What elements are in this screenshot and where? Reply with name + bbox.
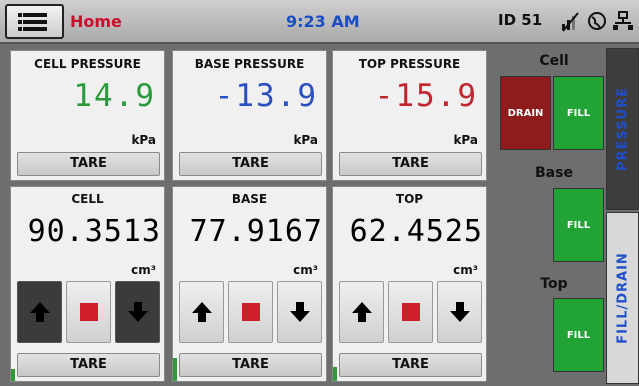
top-volume-panel: TOP 62.4525 cm³ TARE (332, 186, 487, 382)
tab-fill-drain-label: FILL/DRAIN (615, 252, 630, 344)
tare-button[interactable]: TARE (179, 152, 322, 176)
volume-unit: cm³ (293, 263, 318, 277)
down-arrow-icon (290, 302, 310, 322)
tare-button[interactable]: TARE (17, 353, 160, 377)
tare-button[interactable]: TARE (179, 353, 322, 377)
tab-pressure-label: PRESSURE (615, 86, 630, 172)
tare-button[interactable]: TARE (17, 152, 160, 176)
menu-icon-line (23, 13, 47, 17)
stop-icon (402, 303, 420, 321)
top-volume-value: 62.4525 (349, 214, 483, 249)
pressure-unit: kPa (453, 133, 478, 147)
top-bar: Home 9:23 AM ID 51 (0, 0, 639, 44)
base-valve-label: Base (535, 165, 573, 181)
base-pressure-value: -13.9 (214, 78, 318, 114)
lower-button[interactable] (277, 281, 322, 343)
tare-button[interactable]: TARE (339, 353, 482, 377)
stop-icon (80, 303, 98, 321)
cell-volume-panel: CELL 90.3513 cm³ TARE (10, 186, 165, 382)
cell-pressure-value: 14.9 (73, 78, 156, 114)
down-arrow-icon (128, 302, 148, 322)
up-arrow-icon (30, 302, 50, 322)
page-title: Home (70, 12, 122, 31)
network-icon (613, 11, 633, 30)
raise-button[interactable] (17, 281, 62, 343)
panel-title: TOP PRESSURE (358, 57, 461, 71)
menu-icon (18, 13, 22, 17)
volume-unit: cm³ (131, 263, 156, 277)
level-bar (333, 367, 337, 381)
stop-button[interactable] (388, 281, 433, 343)
panel-title: BASE PRESSURE (194, 57, 305, 71)
down-arrow-icon (450, 302, 470, 322)
cell-pressure-panel: CELL PRESSURE 14.9 kPa TARE (10, 50, 165, 181)
base-volume-panel: BASE 77.9167 cm³ TARE (172, 186, 327, 382)
stop-button[interactable] (66, 281, 111, 343)
top-fill-button[interactable]: FILL (553, 298, 604, 372)
up-arrow-icon (352, 302, 372, 322)
level-bar (11, 369, 15, 381)
stop-button[interactable] (228, 281, 273, 343)
cell-drain-button[interactable]: DRAIN (500, 76, 551, 150)
cell-volume-value: 90.3513 (27, 214, 161, 249)
panel-title: CELL (71, 192, 104, 206)
level-bar (173, 357, 177, 381)
tab-fill-drain[interactable]: FILL/DRAIN (606, 212, 639, 384)
up-arrow-icon (192, 302, 212, 322)
pressure-unit: kPa (293, 133, 318, 147)
base-volume-value: 77.9167 (189, 214, 323, 249)
menu-icon-line (23, 27, 47, 31)
lower-button[interactable] (437, 281, 482, 343)
pressure-unit: kPa (131, 133, 156, 147)
menu-icon-dot (18, 27, 22, 31)
volume-unit: cm³ (453, 263, 478, 277)
menu-button[interactable] (5, 4, 64, 39)
cell-valve-label: Cell (539, 53, 569, 69)
menu-icon-line (23, 20, 47, 24)
base-fill-button[interactable]: FILL (553, 188, 604, 262)
panel-title: TOP (395, 192, 424, 206)
top-pressure-panel: TOP PRESSURE -15.9 kPa TARE (332, 50, 487, 181)
device-id: ID 51 (498, 11, 543, 29)
raise-button[interactable] (339, 281, 384, 343)
no-signal-icon (562, 12, 579, 32)
panel-title: BASE (231, 192, 268, 206)
top-valve-label: Top (540, 276, 568, 292)
tare-button[interactable]: TARE (339, 152, 482, 176)
raise-button[interactable] (179, 281, 224, 343)
clock: 9:23 AM (286, 12, 360, 31)
stop-icon (242, 303, 260, 321)
tab-pressure[interactable]: PRESSURE (606, 48, 639, 210)
menu-icon-dot (18, 20, 22, 24)
lower-button[interactable] (115, 281, 160, 343)
cell-fill-button[interactable]: FILL (553, 76, 604, 150)
base-pressure-panel: BASE PRESSURE -13.9 kPa TARE (172, 50, 327, 181)
top-pressure-value: -15.9 (374, 78, 478, 114)
panel-title: CELL PRESSURE (34, 57, 141, 71)
globe-icon (588, 12, 606, 30)
